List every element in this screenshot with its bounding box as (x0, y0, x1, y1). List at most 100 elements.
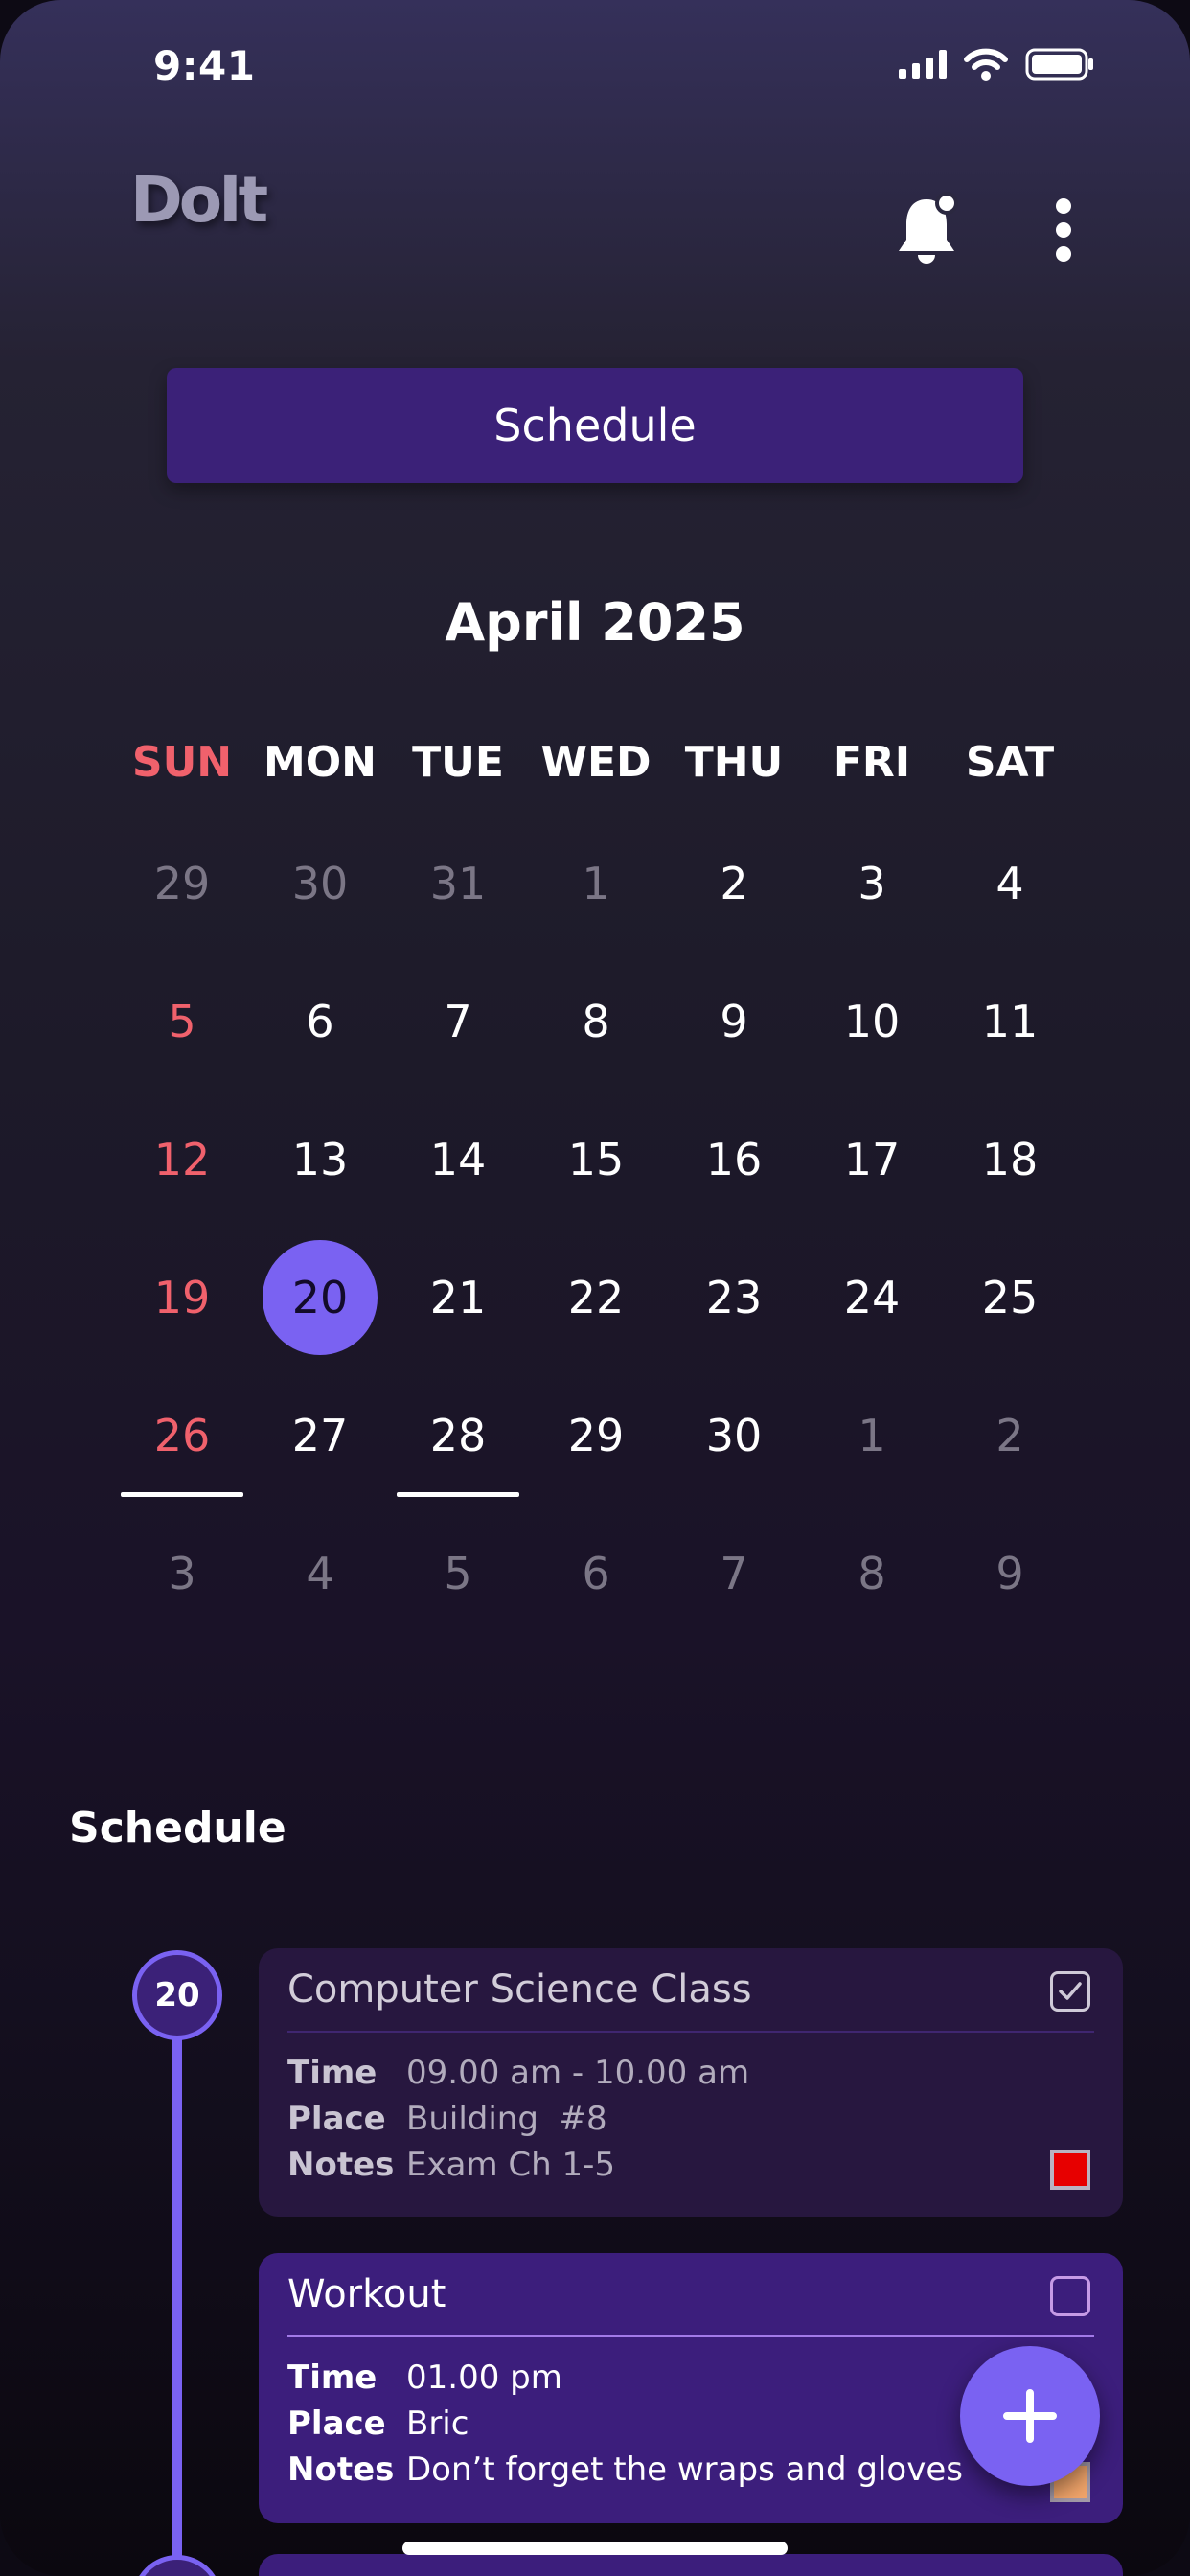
calendar-day[interactable]: 16 (665, 1091, 803, 1229)
checkmark-icon (1059, 1982, 1082, 2000)
schedule-card[interactable] (259, 2554, 1123, 2576)
calendar-day[interactable]: 23 (665, 1229, 803, 1367)
calendar-week: 12 13 14 15 16 17 18 (113, 1091, 1090, 1229)
calendar-day[interactable]: 2 (941, 1367, 1079, 1505)
weekday-label: WED (540, 737, 652, 787)
home-indicator[interactable] (402, 2542, 788, 2555)
weekday-label: SUN (131, 737, 233, 787)
weekday-label: FRI (833, 737, 911, 787)
weekday-label: SAT (965, 737, 1055, 787)
timeline-day-badge: 20 (132, 1950, 222, 2040)
calendar-day[interactable]: 7 (665, 1505, 803, 1643)
calendar-day[interactable]: 3 (113, 1505, 251, 1643)
calendar-grid: SUN MON TUE WED THU FRI SAT 29 30 31 1 2… (113, 709, 1090, 1643)
calendar-day[interactable]: 8 (803, 1505, 941, 1643)
event-indicator (121, 1492, 243, 1497)
detail-row-time: Time 09.00 am - 10.00 am (287, 2050, 1094, 2096)
schedule-button[interactable]: Schedule (167, 368, 1023, 483)
calendar-day[interactable]: 15 (527, 1091, 665, 1229)
detail-value: 09.00 am - 10.00 am (406, 2054, 750, 2092)
detail-value: Building #8 (406, 2100, 607, 2138)
calendar-day[interactable]: 3 (803, 815, 941, 953)
detail-label: Time (287, 2358, 378, 2397)
signal-icon (899, 50, 947, 79)
calendar-day[interactable]: 27 (251, 1367, 389, 1505)
calendar-day[interactable]: 19 (113, 1229, 251, 1367)
calendar-day[interactable]: 29 (113, 815, 251, 953)
calendar-day-with-event[interactable]: 26 (113, 1367, 251, 1505)
event-indicator (397, 1492, 519, 1497)
month-title: April 2025 (445, 592, 745, 653)
calendar-day[interactable]: 6 (251, 953, 389, 1091)
detail-label: Time (287, 2054, 378, 2092)
calendar-day[interactable]: 4 (941, 815, 1079, 953)
calendar-day[interactable]: 1 (803, 1367, 941, 1505)
detail-row-notes: Notes Exam Ch 1-5 (287, 2142, 1094, 2188)
calendar-week: 5 6 7 8 9 10 11 (113, 953, 1090, 1091)
calendar-day-label: 28 (429, 1410, 487, 1461)
calendar-day[interactable]: 11 (941, 953, 1079, 1091)
calendar-day[interactable]: 17 (803, 1091, 941, 1229)
status-icons (899, 48, 1094, 80)
calendar-week: 29 30 31 1 2 3 4 (113, 815, 1090, 953)
calendar-day[interactable]: 22 (527, 1229, 665, 1367)
detail-value: 01.00 pm (406, 2358, 562, 2397)
calendar-day[interactable]: 7 (389, 953, 527, 1091)
calendar-day[interactable]: 14 (389, 1091, 527, 1229)
calendar-day[interactable]: 30 (665, 1367, 803, 1505)
calendar-day[interactable]: 6 (527, 1505, 665, 1643)
app-screen: 9:41 DoIt Schedule April 2025 SUN MON TU… (0, 0, 1190, 2576)
plus-icon (1003, 2389, 1057, 2443)
calendar-week: 19 20 21 22 23 24 25 (113, 1229, 1090, 1367)
schedule-card-title: Workout (287, 2253, 1094, 2337)
detail-row-place: Place Building #8 (287, 2096, 1094, 2142)
calendar-day[interactable]: 5 (113, 953, 251, 1091)
weekday-header: SUN MON TUE WED THU FRI SAT (113, 709, 1090, 815)
calendar-day[interactable]: 25 (941, 1229, 1079, 1367)
calendar-day-with-event[interactable]: 28 (389, 1367, 527, 1505)
schedule-card-title: Computer Science Class (287, 1948, 1094, 2033)
calendar-day[interactable]: 31 (389, 815, 527, 953)
detail-label: Place (287, 2404, 386, 2443)
timeline-day-badge (132, 2555, 222, 2576)
calendar-day[interactable]: 9 (941, 1505, 1079, 1643)
status-time: 9:41 (153, 42, 256, 89)
calendar-day-label: 26 (153, 1410, 211, 1461)
calendar-day[interactable]: 5 (389, 1505, 527, 1643)
app-logo: DoIt (130, 163, 268, 237)
calendar-day-label: 20 (291, 1272, 349, 1323)
calendar-day[interactable]: 18 (941, 1091, 1079, 1229)
weekday-label: TUE (412, 737, 504, 787)
calendar-day[interactable]: 4 (251, 1505, 389, 1643)
calendar-day[interactable]: 21 (389, 1229, 527, 1367)
calendar-week: 26 27 28 29 30 1 2 (113, 1367, 1090, 1505)
detail-value: Don’t forget the wraps and gloves (406, 2450, 963, 2489)
schedule-card-details: Time 09.00 am - 10.00 am Place Building … (287, 2033, 1094, 2188)
calendar-day[interactable]: 30 (251, 815, 389, 953)
completed-checkbox[interactable] (1050, 1971, 1090, 2012)
detail-label: Place (287, 2100, 386, 2138)
calendar-day[interactable]: 10 (803, 953, 941, 1091)
calendar-day[interactable]: 24 (803, 1229, 941, 1367)
calendar-day[interactable]: 8 (527, 953, 665, 1091)
timeline-line (172, 2032, 182, 2576)
calendar-day[interactable]: 2 (665, 815, 803, 953)
completed-checkbox[interactable] (1050, 2276, 1090, 2316)
detail-label: Notes (287, 2146, 395, 2184)
schedule-section-title: Schedule (69, 1804, 286, 1852)
detail-label: Notes (287, 2450, 395, 2489)
schedule-card[interactable]: Computer Science Class Time 09.00 am - 1… (259, 1948, 1123, 2217)
calendar-day[interactable]: 9 (665, 953, 803, 1091)
more-vertical-icon[interactable] (1046, 196, 1081, 264)
color-tag[interactable] (1050, 2150, 1090, 2190)
wifi-icon (964, 48, 1008, 80)
detail-value: Bric (406, 2404, 469, 2443)
calendar-day[interactable]: 12 (113, 1091, 251, 1229)
detail-value: Exam Ch 1-5 (406, 2146, 615, 2184)
bell-icon[interactable] (893, 192, 960, 268)
add-schedule-button[interactable] (960, 2346, 1100, 2486)
calendar-day[interactable]: 29 (527, 1367, 665, 1505)
calendar-day[interactable]: 1 (527, 815, 665, 953)
calendar-day[interactable]: 13 (251, 1091, 389, 1229)
calendar-day-selected[interactable]: 20 (251, 1229, 389, 1367)
